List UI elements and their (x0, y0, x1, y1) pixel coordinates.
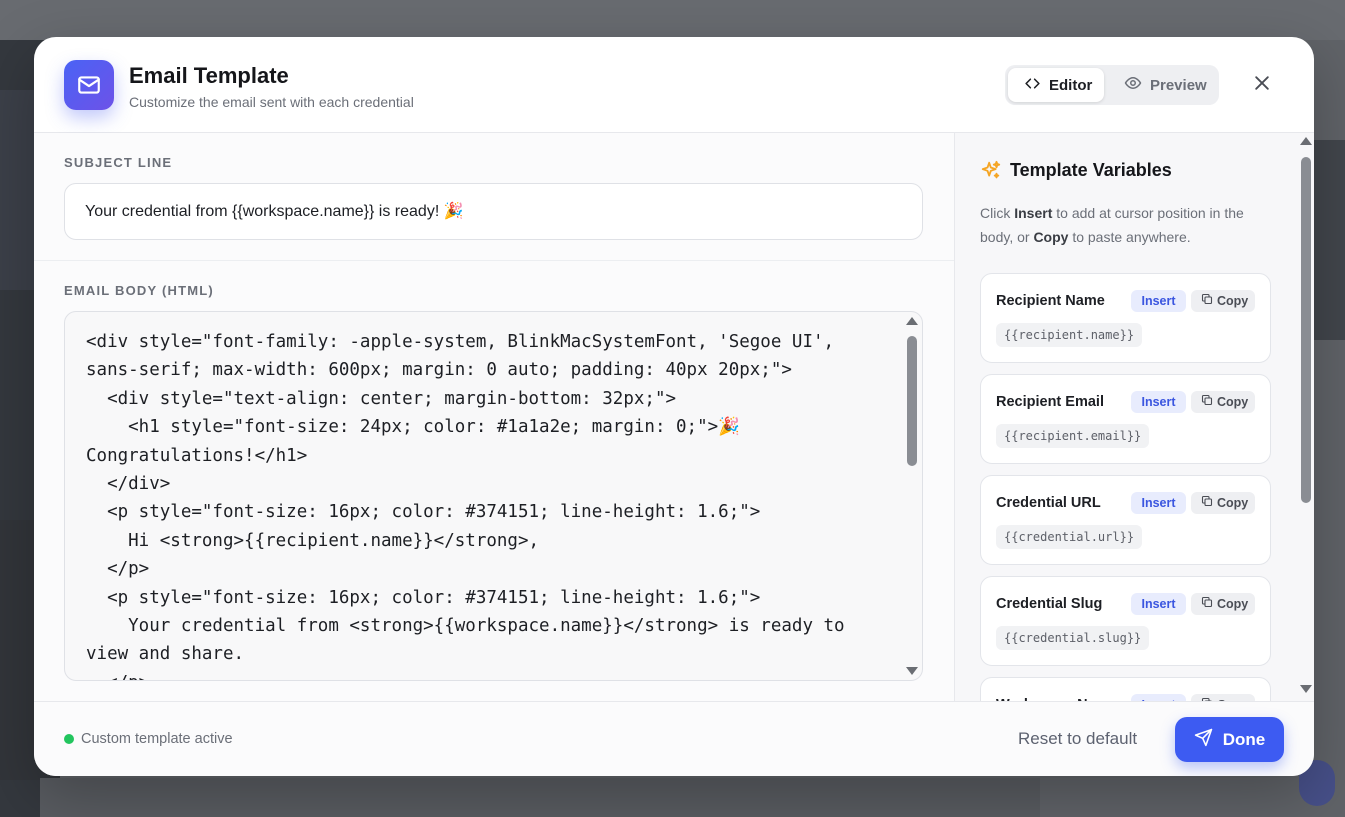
variable-card: Credential URL Insert Copy {{credential.url… (980, 475, 1271, 565)
tab-editor-label: Editor (1049, 76, 1093, 94)
insert-button[interactable]: Insert (1131, 492, 1186, 514)
code-icon (1024, 75, 1041, 96)
variables-title: Template Variables (1010, 160, 1172, 180)
variables-help: Click Insert to add at cursor position i… (980, 201, 1280, 249)
variable-card: Workspace NameInsertCopy{{workspace.name… (980, 677, 1271, 701)
code-scrollbar[interactable] (906, 317, 918, 675)
email-body-editor[interactable]: <div style="font-family: -apple-system, … (64, 311, 923, 681)
modal-title: Email Template (129, 63, 289, 88)
copy-button[interactable]: Copy (1191, 290, 1255, 312)
copy-label: Copy (1217, 496, 1249, 510)
copy-icon (1201, 492, 1213, 514)
copy-icon (1201, 391, 1213, 413)
help-insert-word: Insert (1014, 205, 1053, 221)
scroll-down-arrow[interactable] (906, 667, 918, 675)
copy-label: Copy (1217, 294, 1249, 308)
done-button[interactable]: Done (1175, 717, 1284, 762)
mail-icon (64, 60, 114, 110)
variable-token[interactable]: {{credential.url}} (996, 525, 1143, 549)
status-dot (64, 734, 74, 744)
body-label: EMAIL BODY (HTML) (64, 283, 214, 298)
help-text: Click (980, 205, 1015, 221)
modal-footer: Custom template active Reset to default … (34, 701, 1314, 776)
insert-button[interactable]: Insert (1131, 694, 1186, 701)
variable-name: Recipient Name (996, 293, 1105, 309)
email-template-modal: Email Template Customize the email sent … (34, 37, 1314, 776)
subject-label: SUBJECT LINE (64, 155, 173, 170)
send-icon (1194, 728, 1213, 752)
variable-card: Recipient Name Insert Copy {{recipient.name… (980, 273, 1271, 363)
copy-button[interactable]: Copy (1191, 593, 1255, 615)
close-icon (1252, 73, 1272, 98)
tab-preview[interactable]: Preview (1108, 68, 1216, 102)
modal-header: Email Template Customize the email sent … (34, 37, 1314, 133)
email-body-code[interactable]: <div style="font-family: -apple-system, … (86, 328, 886, 680)
tab-editor[interactable]: Editor (1008, 68, 1104, 102)
reset-to-default-button[interactable]: Reset to default (1018, 729, 1137, 749)
variable-token[interactable]: {{credential.slug}} (996, 626, 1150, 650)
code-scroll-thumb[interactable] (907, 336, 917, 466)
variable-token[interactable]: {{recipient.email}} (996, 424, 1150, 448)
variables-scroll-thumb[interactable] (1301, 157, 1311, 503)
help-copy-word: Copy (1033, 229, 1069, 245)
scroll-up-arrow[interactable] (1300, 137, 1312, 145)
variable-card: Recipient Email Insert Copy {{recipient.ema… (980, 374, 1271, 464)
help-text: to paste anywhere. (1068, 229, 1191, 245)
variable-name: Credential URL (996, 495, 1101, 511)
editor-pane: SUBJECT LINE Your credential from {{work… (34, 133, 954, 701)
variable-name: Credential Slug (996, 596, 1103, 612)
close-button[interactable] (1250, 73, 1274, 97)
template-status: Custom template active (81, 731, 233, 747)
insert-button[interactable]: Insert (1131, 593, 1186, 615)
variables-scrollbar[interactable] (1299, 137, 1313, 697)
copy-button[interactable]: Copy (1191, 492, 1255, 514)
copy-button[interactable]: Copy (1191, 694, 1255, 701)
tab-preview-label: Preview (1150, 76, 1207, 94)
subject-input[interactable]: Your credential from {{workspace.name}} … (64, 183, 923, 240)
copy-button[interactable]: Copy (1191, 391, 1255, 413)
sparkles-icon (980, 160, 1002, 187)
view-mode-toggle: Editor Preview (1005, 65, 1219, 105)
variable-token[interactable]: {{recipient.name}} (996, 323, 1143, 347)
copy-label: Copy (1217, 597, 1249, 611)
scroll-down-arrow[interactable] (1300, 685, 1312, 693)
variables-pane: Template Variables Click Insert to add a… (954, 133, 1314, 701)
copy-icon (1201, 593, 1213, 615)
copy-label: Copy (1217, 694, 1248, 701)
section-divider (34, 260, 954, 261)
insert-button[interactable]: Insert (1131, 290, 1186, 312)
modal-subtitle: Customize the email sent with each crede… (129, 94, 414, 110)
variable-card: Credential Slug Insert Copy {{credential.sl… (980, 576, 1271, 666)
done-label: Done (1222, 729, 1266, 749)
copy-icon (1201, 290, 1213, 312)
copy-icon (1201, 694, 1213, 701)
scroll-up-arrow[interactable] (906, 317, 918, 325)
eye-icon (1124, 74, 1142, 96)
copy-label: Copy (1217, 395, 1249, 409)
insert-button[interactable]: Insert (1131, 391, 1186, 413)
variable-name: Recipient Email (996, 394, 1104, 410)
